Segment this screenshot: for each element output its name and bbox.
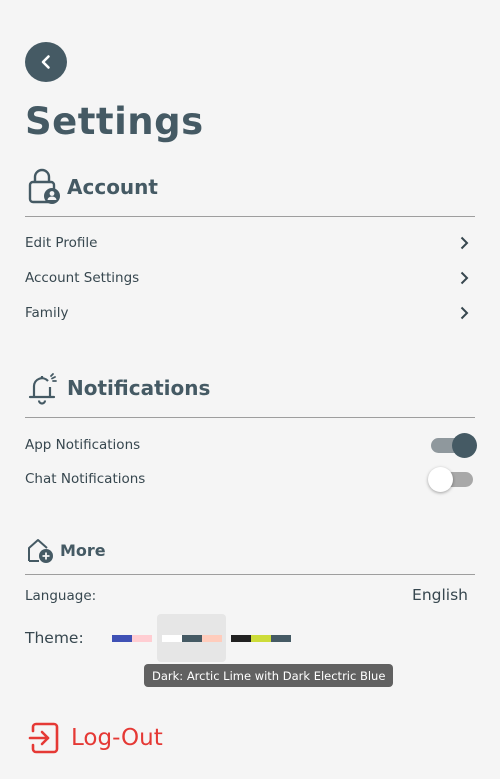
theme-swatch-2[interactable]	[162, 635, 222, 642]
theme-swatch-1[interactable]	[112, 635, 152, 642]
account-settings-label: Account Settings	[25, 270, 140, 286]
edit-profile-label: Edit Profile	[25, 235, 98, 251]
account-settings-item[interactable]: Account Settings	[25, 263, 475, 293]
theme-swatch-3[interactable]	[231, 635, 291, 642]
family-item[interactable]: Family	[25, 298, 475, 328]
logout-icon	[28, 722, 59, 754]
bell-icon	[28, 373, 57, 405]
more-section-header: More	[25, 536, 106, 564]
logout-label: Log-Out	[71, 725, 163, 751]
app-notifications-row: App Notifications	[25, 430, 477, 460]
app-notifications-label: App Notifications	[25, 437, 141, 453]
back-button[interactable]	[25, 42, 67, 82]
theme-tooltip: Dark: Arctic Lime with Dark Electric Blu…	[144, 664, 394, 687]
account-heading: Account	[67, 175, 158, 199]
chat-notifications-label: Chat Notifications	[25, 471, 146, 487]
chevron-right-icon	[457, 271, 471, 285]
language-select[interactable]: English	[412, 586, 468, 604]
chat-notifications-toggle[interactable]	[428, 466, 475, 492]
account-divider	[25, 216, 475, 217]
notifications-heading: Notifications	[67, 376, 211, 400]
logout-button[interactable]: Log-Out	[28, 721, 163, 755]
app-notifications-toggle[interactable]	[431, 432, 477, 458]
home-add-icon	[28, 539, 53, 563]
more-divider	[25, 574, 475, 575]
chevron-right-icon	[457, 236, 471, 250]
page-title: Settings	[25, 100, 204, 143]
notifications-divider	[25, 417, 475, 418]
notifications-section-header: Notifications	[25, 370, 210, 406]
chevron-right-icon	[457, 306, 471, 320]
family-label: Family	[25, 305, 69, 321]
more-heading: More	[60, 540, 106, 560]
chevron-left-icon	[41, 55, 50, 69]
chat-notifications-row: Chat Notifications	[25, 464, 475, 494]
language-label: Language:	[25, 588, 97, 604]
theme-label: Theme:	[25, 629, 84, 647]
edit-profile-item[interactable]: Edit Profile	[25, 228, 475, 258]
account-section-header: Account	[25, 168, 158, 206]
lock-person-icon	[28, 168, 60, 204]
